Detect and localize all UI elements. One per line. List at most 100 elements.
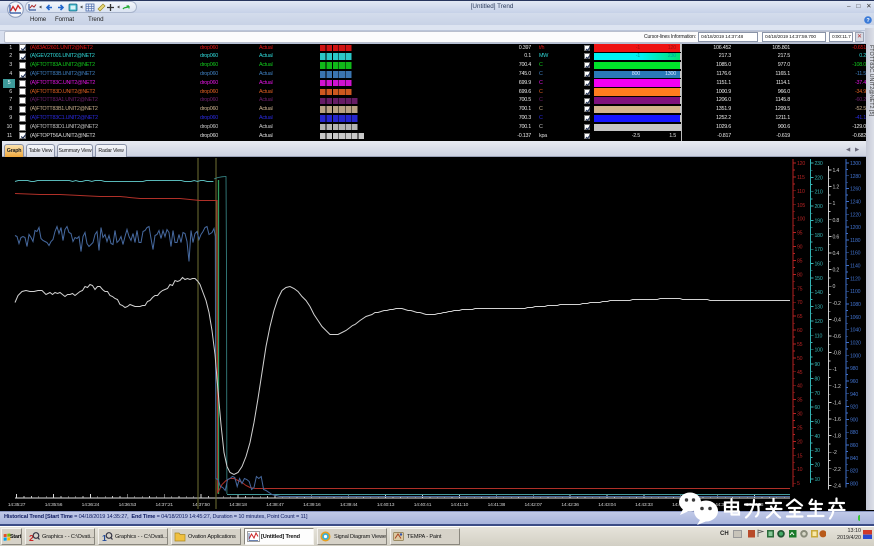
svg-text:50: 50 (815, 420, 821, 426)
svg-text:1.4: 1.4 (833, 168, 840, 174)
svg-text:45: 45 (797, 370, 803, 376)
svg-text:1200: 1200 (850, 225, 861, 231)
svg-text:90: 90 (797, 245, 803, 251)
svg-text:1180: 1180 (850, 238, 861, 244)
svg-text:-1.2: -1.2 (833, 384, 841, 390)
svg-text:-1: -1 (833, 367, 838, 373)
svg-text:14:40:41: 14:40:41 (414, 502, 432, 508)
svg-text:960: 960 (850, 379, 858, 385)
svg-text:65: 65 (797, 314, 803, 320)
svg-text:1100: 1100 (850, 289, 861, 295)
svg-text:1020: 1020 (850, 341, 861, 347)
svg-text:140: 140 (815, 290, 823, 296)
svg-text:1160: 1160 (850, 251, 861, 257)
svg-text:1300: 1300 (850, 161, 861, 167)
svg-text:35: 35 (797, 398, 803, 404)
svg-text:14:39:16: 14:39:16 (303, 502, 321, 508)
svg-text:820: 820 (850, 469, 858, 475)
svg-text:1120: 1120 (850, 276, 861, 282)
svg-text:170: 170 (815, 247, 823, 253)
svg-text:115: 115 (797, 175, 805, 181)
svg-text:-1.6: -1.6 (833, 417, 841, 423)
svg-text:14:41:10: 14:41:10 (451, 502, 469, 508)
svg-text:90: 90 (815, 362, 821, 368)
svg-text:14:43:04: 14:43:04 (598, 502, 616, 508)
svg-text:200: 200 (815, 204, 823, 210)
svg-text:-0.4: -0.4 (833, 317, 841, 323)
svg-text:840: 840 (850, 456, 858, 462)
svg-text:980: 980 (850, 366, 858, 372)
svg-text:85: 85 (797, 258, 803, 264)
svg-text:1140: 1140 (850, 264, 861, 270)
svg-text:-2: -2 (833, 450, 838, 456)
svg-text:1.2: 1.2 (833, 185, 840, 191)
svg-text:60: 60 (797, 328, 803, 334)
svg-text:30: 30 (797, 412, 803, 418)
svg-text:-2.2: -2.2 (833, 467, 841, 473)
svg-text:20: 20 (797, 439, 803, 445)
svg-text:70: 70 (797, 300, 803, 306)
svg-text:190: 190 (815, 218, 823, 224)
svg-text:-1.8: -1.8 (833, 434, 841, 440)
svg-text:14:42:36: 14:42:36 (561, 502, 579, 508)
svg-text:95: 95 (797, 231, 803, 237)
svg-text:14:41:38: 14:41:38 (488, 502, 506, 508)
svg-text:14:37:50: 14:37:50 (192, 502, 210, 508)
svg-text:75: 75 (797, 286, 803, 292)
svg-text:120: 120 (815, 319, 823, 325)
svg-text:900: 900 (850, 417, 858, 423)
svg-text:1000: 1000 (850, 353, 861, 359)
svg-text:10: 10 (797, 467, 803, 473)
svg-text:860: 860 (850, 443, 858, 449)
svg-text:10: 10 (815, 477, 821, 483)
svg-text:940: 940 (850, 392, 858, 398)
svg-text:1: 1 (833, 201, 836, 207)
svg-text:80: 80 (797, 272, 803, 278)
svg-text:920: 920 (850, 405, 858, 411)
svg-text:0.6: 0.6 (833, 234, 840, 240)
svg-text:-1.4: -1.4 (833, 400, 841, 406)
svg-text:40: 40 (797, 384, 803, 390)
svg-text:880: 880 (850, 430, 858, 436)
svg-text:14:35:56: 14:35:56 (45, 502, 63, 508)
svg-text:30: 30 (815, 448, 821, 454)
svg-text:-0.6: -0.6 (833, 334, 841, 340)
svg-text:160: 160 (815, 262, 823, 268)
svg-text:15: 15 (797, 453, 803, 459)
svg-text:0: 0 (833, 284, 836, 290)
svg-text:1280: 1280 (850, 174, 861, 180)
svg-text:14:38:47: 14:38:47 (266, 502, 284, 508)
svg-text:110: 110 (815, 333, 823, 339)
svg-text:210: 210 (815, 190, 823, 196)
svg-text:55: 55 (797, 342, 803, 348)
svg-text:14:40:13: 14:40:13 (377, 502, 395, 508)
svg-text:130: 130 (815, 305, 823, 311)
svg-text:105: 105 (797, 203, 805, 209)
svg-text:180: 180 (815, 233, 823, 239)
svg-text:1040: 1040 (850, 328, 861, 334)
svg-text:14:36:53: 14:36:53 (119, 502, 137, 508)
svg-text:50: 50 (797, 356, 803, 362)
svg-text:100: 100 (815, 348, 823, 354)
svg-text:100: 100 (797, 217, 805, 223)
svg-text:0.2: 0.2 (833, 268, 840, 274)
svg-text:60: 60 (815, 405, 821, 411)
svg-text:0.4: 0.4 (833, 251, 840, 257)
svg-text:120: 120 (797, 161, 805, 167)
svg-text:1080: 1080 (850, 302, 861, 308)
svg-text:110: 110 (797, 189, 805, 195)
svg-text:230: 230 (815, 161, 823, 167)
svg-text:20: 20 (815, 463, 821, 469)
svg-text:1260: 1260 (850, 187, 861, 193)
svg-text:70: 70 (815, 391, 821, 397)
svg-text:1220: 1220 (850, 212, 861, 218)
svg-text:14:43:33: 14:43:33 (635, 502, 653, 508)
svg-text:1240: 1240 (850, 200, 861, 206)
svg-text:25: 25 (797, 426, 803, 432)
svg-text:14:39:44: 14:39:44 (340, 502, 358, 508)
svg-text:150: 150 (815, 276, 823, 282)
svg-text:-0.8: -0.8 (833, 351, 841, 357)
svg-text:1060: 1060 (850, 315, 861, 321)
svg-text:220: 220 (815, 175, 823, 181)
svg-text:14:42:07: 14:42:07 (524, 502, 542, 508)
